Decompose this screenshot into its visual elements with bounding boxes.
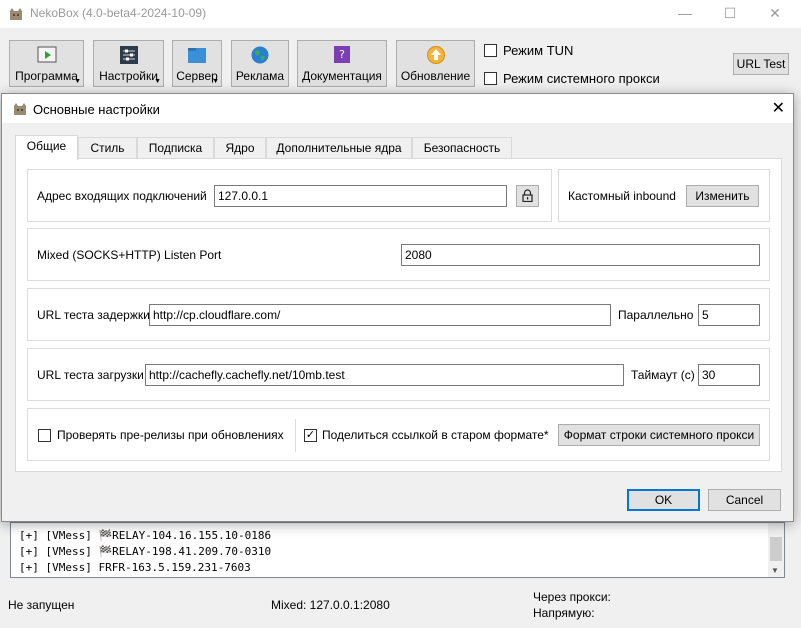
svg-text:?: ?	[339, 48, 345, 61]
scrollbar-thumb[interactable]	[770, 537, 782, 561]
dropdown-arrow-icon: ▼	[212, 78, 219, 85]
sliders-icon	[119, 46, 138, 64]
dropdown-arrow-icon: ▼	[74, 78, 81, 85]
nekobox-cat-icon	[14, 103, 26, 115]
timeout-label: Таймаут (с)	[631, 368, 695, 382]
server-folder-icon	[188, 48, 206, 63]
checkbox-box[interactable]	[484, 44, 497, 57]
main-titlebar[interactable]: NekoBox (4.0-beta4-2024-10-09) — ☐ ✕	[0, 0, 801, 28]
share-old-format-checkbox[interactable]: ✓	[304, 429, 317, 442]
latency-url-label: URL теста задержки	[37, 308, 150, 322]
status-via-proxy: Через прокси:	[533, 590, 611, 604]
maximize-button[interactable]: ☐	[708, 0, 752, 28]
change-inbound-button[interactable]: Изменить	[686, 185, 759, 207]
check-prerelease-label: Проверять пре-релизы при обновлениях	[57, 428, 284, 442]
update-label: Обновление	[400, 69, 471, 83]
ads-button[interactable]: Реклама	[231, 40, 289, 87]
custom-inbound-label: Кастомный inbound	[568, 189, 676, 203]
system-proxy-format-button[interactable]: Формат строки системного прокси	[558, 424, 760, 446]
system-proxy-label: Режим системного прокси	[503, 71, 660, 86]
inbound-address-group: Адрес входящих подключений 127.0.0.1	[27, 169, 552, 222]
nekobox-cat-icon	[10, 8, 22, 20]
latency-url-input[interactable]: http://cp.cloudflare.com/	[149, 304, 611, 326]
checkbox-box[interactable]	[484, 72, 497, 85]
status-direct: Напрямую:	[533, 606, 595, 620]
settings-menu-button[interactable]: Настройки ▼	[93, 40, 164, 87]
url-test-button[interactable]: URL Test	[733, 53, 789, 75]
dialog-title: Основные настройки	[33, 102, 160, 117]
dialog-titlebar[interactable]: Основные настройки ✕	[2, 94, 793, 123]
documentation-label: Документация	[302, 69, 382, 83]
cancel-button[interactable]: Cancel	[708, 489, 781, 511]
main-toolbar: Программа ▼ Настройки ▼ Сервер ▼ Реклама…	[0, 28, 801, 98]
tun-mode-label: Режим TUN	[503, 43, 574, 58]
ads-label: Реклама	[235, 69, 285, 83]
tab-security[interactable]: Безопасность	[412, 137, 512, 159]
custom-inbound-group: Кастомный inbound Изменить	[558, 169, 770, 222]
log-line: [+] [VMess] 🏁RELAY-104.16.155.10-0186	[19, 529, 272, 542]
parallel-input[interactable]: 5	[698, 304, 760, 326]
settings-dialog: Основные настройки ✕ Общие Стиль Подписк…	[1, 93, 794, 522]
globe-icon	[251, 46, 269, 64]
divider	[295, 419, 296, 452]
mixed-port-group: Mixed (SOCKS+HTTP) Listen Port 2080	[27, 228, 770, 281]
system-proxy-checkbox[interactable]: Режим системного прокси	[484, 71, 660, 86]
tab-subscription[interactable]: Подписка	[137, 137, 214, 159]
help-book-icon: ?	[334, 46, 350, 63]
dropdown-arrow-icon: ▼	[154, 78, 161, 85]
lock-icon	[522, 189, 533, 203]
lock-button[interactable]	[516, 185, 539, 207]
minimize-button[interactable]: —	[663, 0, 707, 28]
ok-button[interactable]: OK	[627, 489, 700, 511]
program-menu-label: Программа	[15, 69, 78, 83]
download-url-input[interactable]: http://cachefly.cachefly.net/10mb.test	[145, 364, 624, 386]
close-button[interactable]: ✕	[753, 0, 797, 28]
mixed-port-input[interactable]: 2080	[401, 244, 760, 266]
general-tab-pane: Адрес входящих подключений 127.0.0.1 Кас…	[15, 158, 782, 472]
status-mixed-address: Mixed: 127.0.0.1:2080	[271, 598, 390, 612]
tab-extra-cores[interactable]: Дополнительные ядра	[266, 137, 412, 159]
inbound-address-input[interactable]: 127.0.0.1	[214, 185, 507, 207]
log-scrollbar[interactable]: ▼	[768, 523, 784, 577]
download-test-group: URL теста загрузки http://cachefly.cache…	[27, 348, 770, 401]
options-group: Проверять пре-релизы при обновлениях ✓ П…	[27, 408, 770, 461]
update-button[interactable]: Обновление	[396, 40, 475, 87]
scroll-down-arrow-icon[interactable]: ▼	[771, 566, 779, 575]
inbound-address-label: Адрес входящих подключений	[37, 189, 207, 203]
tab-core[interactable]: Ядро	[214, 137, 266, 159]
mixed-port-label: Mixed (SOCKS+HTTP) Listen Port	[37, 248, 222, 262]
update-arrow-icon	[426, 46, 445, 64]
log-line: [+] [VMess] FRFR-163.5.159.231-7603	[19, 561, 251, 574]
play-icon	[37, 46, 56, 63]
check-prerelease-checkbox[interactable]	[38, 429, 51, 442]
program-menu-button[interactable]: Программа ▼	[9, 40, 84, 87]
documentation-button[interactable]: ? Документация	[297, 40, 387, 87]
status-state: Не запущен	[8, 598, 75, 612]
main-window-title: NekoBox (4.0-beta4-2024-10-09)	[30, 6, 207, 20]
tab-style[interactable]: Стиль	[78, 137, 137, 159]
share-old-format-label: Поделиться ссылкой в старом формате*	[322, 428, 549, 442]
dialog-close-icon[interactable]: ✕	[772, 98, 785, 118]
timeout-input[interactable]: 30	[698, 364, 760, 386]
tun-mode-checkbox[interactable]: Режим TUN	[484, 43, 573, 58]
settings-menu-label: Настройки	[99, 69, 158, 83]
latency-test-group: URL теста задержки http://cp.cloudflare.…	[27, 288, 770, 341]
tab-general[interactable]: Общие	[15, 135, 78, 160]
parallel-label: Параллельно	[618, 308, 694, 322]
download-url-label: URL теста загрузки	[37, 368, 144, 382]
server-menu-button[interactable]: Сервер ▼	[172, 40, 222, 87]
log-panel[interactable]: [+] [VMess] 🏁RELAY-104.16.155.10-0186 [+…	[10, 522, 785, 578]
log-line: [+] [VMess] 🏁RELAY-198.41.209.70-0310	[19, 545, 272, 558]
